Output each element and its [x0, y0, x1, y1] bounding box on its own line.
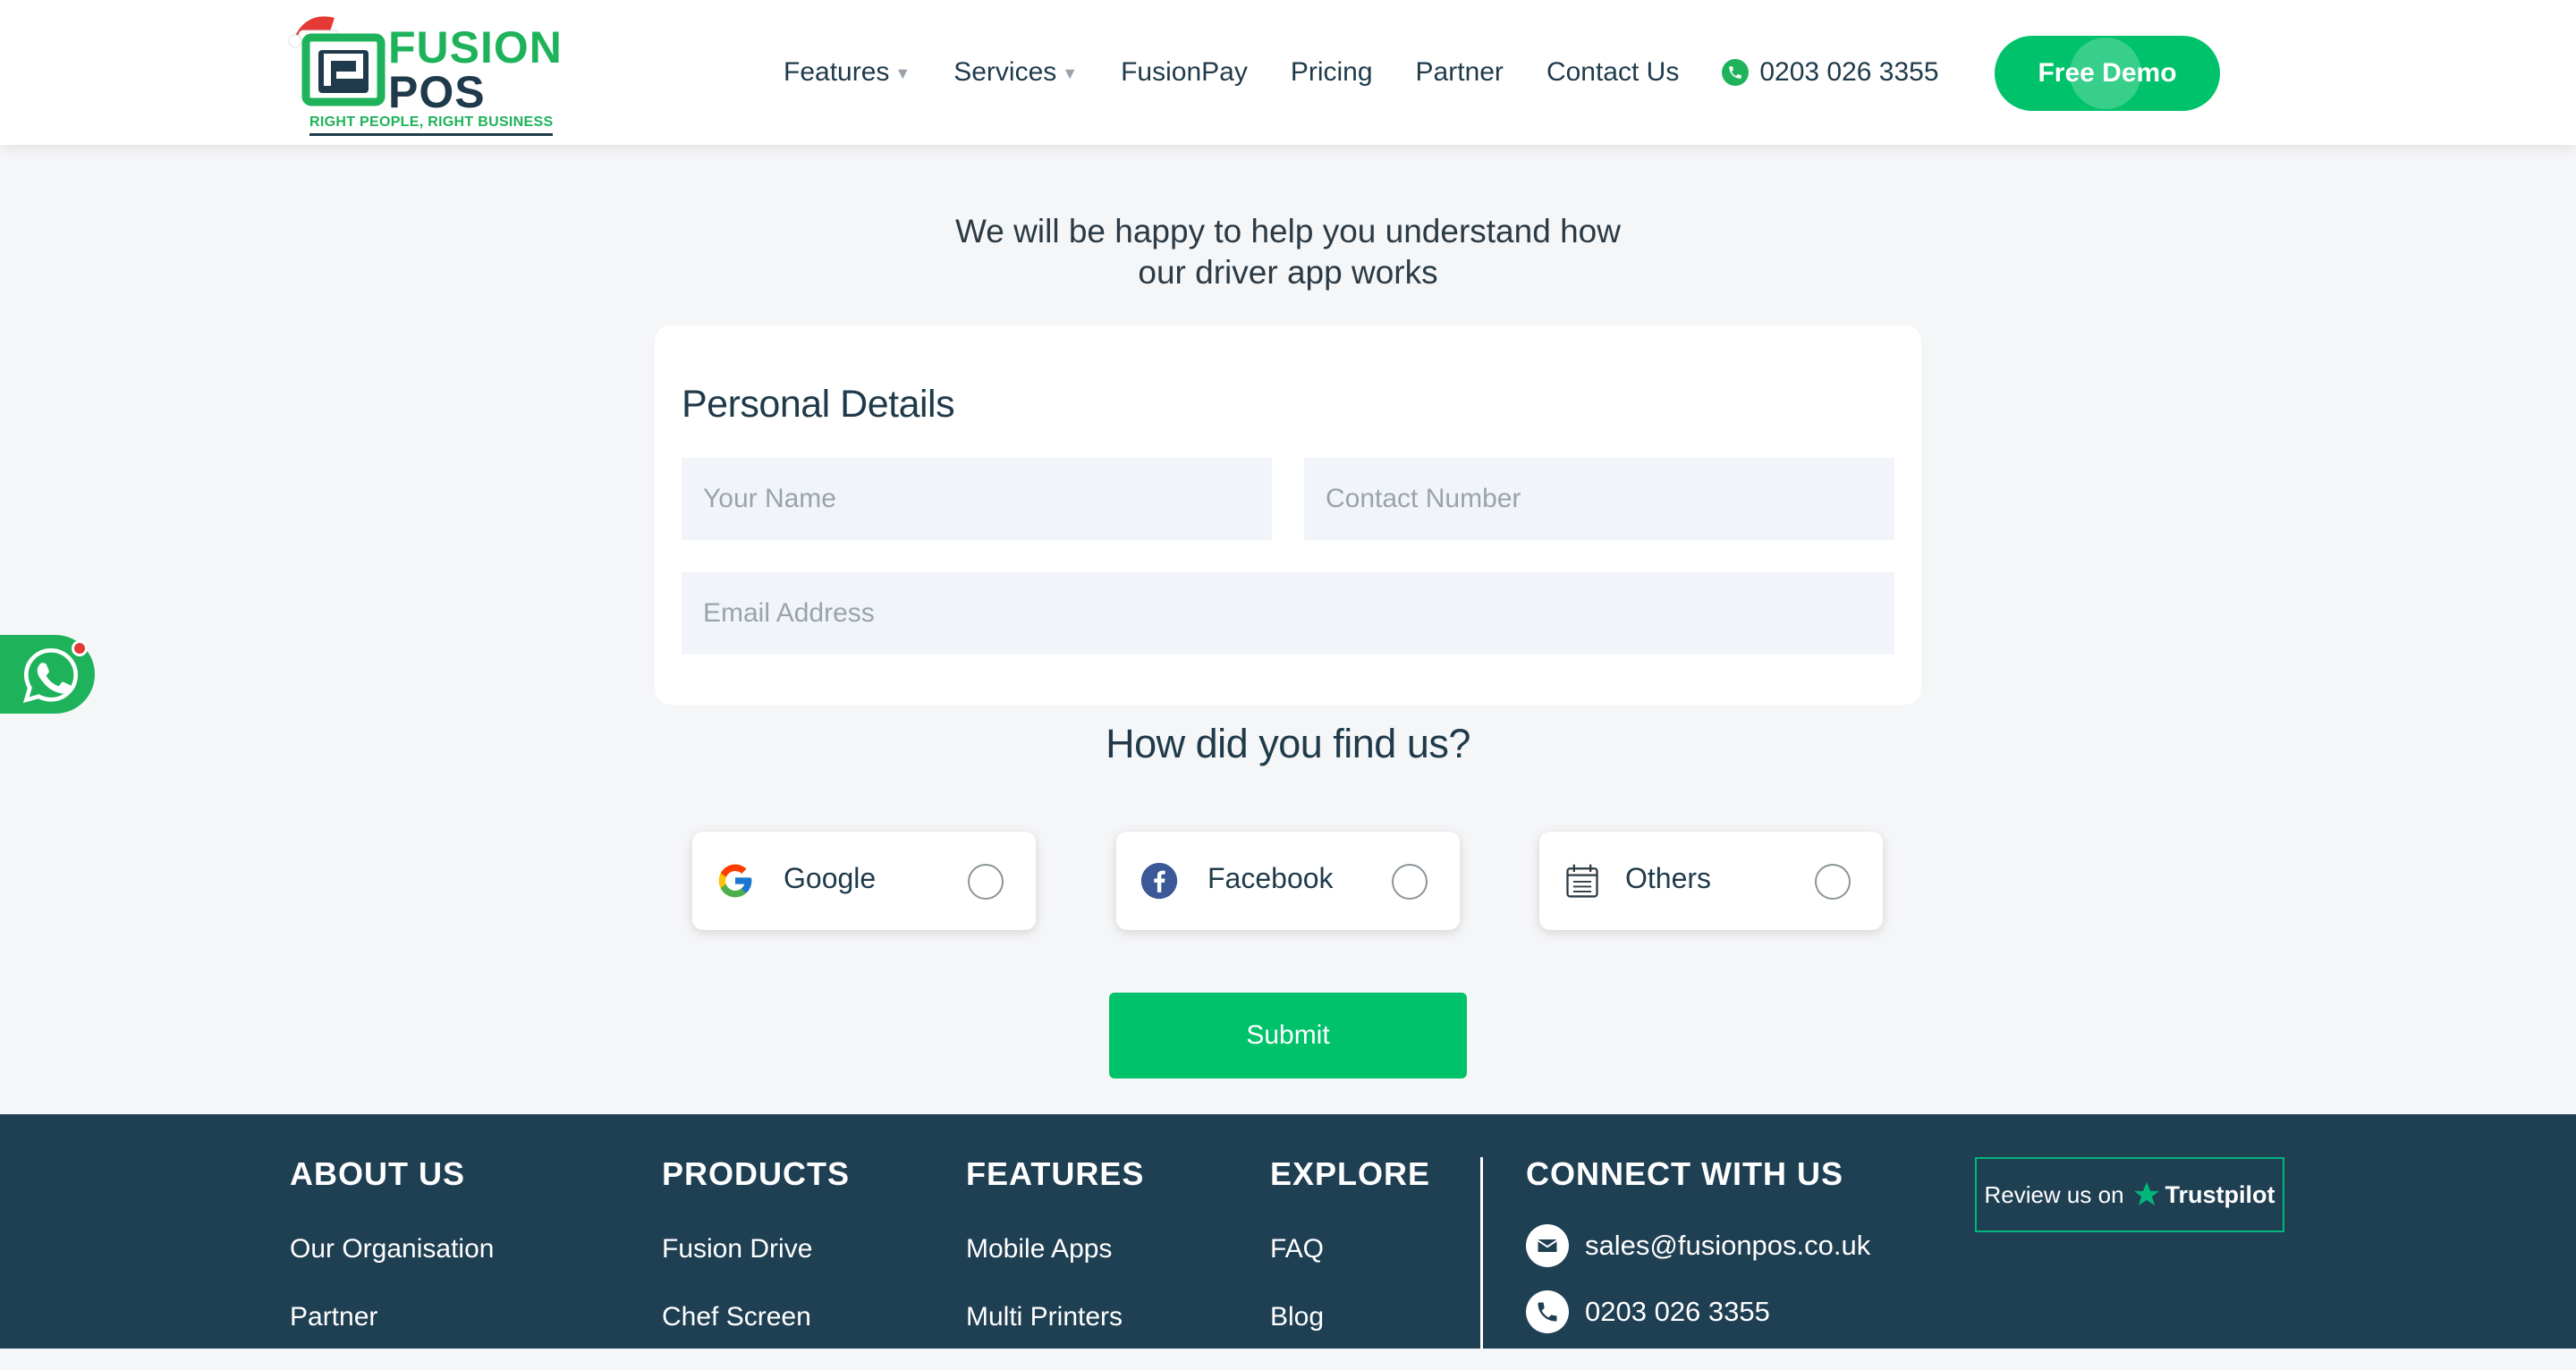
free-demo-label: Free Demo — [2038, 58, 2177, 88]
footer-link-our-organisation[interactable]: Our Organisation — [290, 1234, 494, 1302]
footer-link-chef-screen[interactable]: Chef Screen — [662, 1302, 850, 1370]
nav-features-label: Features — [784, 57, 890, 87]
fusion-pos-logo[interactable]: FUSION POS RIGHT PEOPLE, RIGHT BUSINESS — [288, 9, 574, 138]
source-option-others[interactable]: Others — [1539, 832, 1883, 930]
intro-line-2: our driver app works — [1138, 254, 1438, 291]
site-header: FUSION POS RIGHT PEOPLE, RIGHT BUSINESS … — [0, 0, 2576, 145]
intro-line-1: We will be happy to help you understand … — [955, 213, 1621, 249]
nav-pricing[interactable]: Pricing — [1291, 57, 1373, 88]
logo-mark-icon — [288, 16, 386, 106]
notification-dot — [72, 640, 88, 656]
nav-fusionpay[interactable]: FusionPay — [1121, 57, 1248, 88]
footer-phone-link[interactable]: 0203 026 3355 — [1526, 1279, 1870, 1345]
phone-icon — [1722, 59, 1750, 86]
submit-button[interactable]: Submit — [1109, 993, 1467, 1078]
nav-phone-number: 0203 026 3355 — [1759, 57, 1939, 87]
option-label-google: Google — [784, 862, 877, 894]
how-did-you-find-us-title: How did you find us? — [1106, 721, 1470, 766]
intro-text: We will be happy to help you understand … — [0, 211, 2576, 293]
calendar-icon — [1566, 864, 1598, 898]
option-label-others: Others — [1625, 862, 1712, 894]
radio-google[interactable] — [968, 864, 1004, 900]
caret-down-icon: ▼ — [1062, 63, 1079, 82]
phone-icon — [1526, 1290, 1569, 1333]
footer-divider — [1480, 1157, 1483, 1349]
trustpilot-brand-text: Trustpilot — [2165, 1180, 2275, 1208]
source-option-google[interactable]: Google — [692, 832, 1036, 930]
facebook-icon — [1140, 862, 1178, 900]
main-nav: Features ▼ Services ▼ FusionPay Pricing … — [784, 50, 1939, 95]
contact-number-input[interactable] — [1304, 458, 1894, 540]
footer-link-mobile-apps[interactable]: Mobile Apps — [966, 1234, 1144, 1302]
free-demo-button[interactable]: Free Demo — [1995, 36, 2220, 111]
trustpilot-star-icon — [2133, 1181, 2159, 1206]
option-label-facebook: Facebook — [1208, 862, 1334, 894]
footer-heading-products: PRODUCTS — [662, 1155, 851, 1192]
footer-link-multi-printers[interactable]: Multi Printers — [966, 1302, 1144, 1370]
footer-col-features: FEATURES Mobile Apps Multi Printers — [966, 1155, 1144, 1370]
email-address-input[interactable] — [682, 572, 1894, 655]
google-icon — [718, 864, 752, 898]
site-footer: ABOUT US Our Organisation Partner PRODUC… — [0, 1114, 2576, 1349]
footer-col-explore: EXPLORE FAQ Blog — [1270, 1155, 1430, 1370]
footer-heading-connect: CONNECT WITH US — [1526, 1155, 1843, 1192]
footer-email-text: sales@fusionpos.co.uk — [1585, 1230, 1871, 1261]
footer-email-link[interactable]: sales@fusionpos.co.uk — [1526, 1213, 1870, 1279]
trustpilot-review-text: Review us on — [1984, 1180, 2124, 1208]
whatsapp-chat-button[interactable] — [0, 635, 95, 714]
nav-partner[interactable]: Partner — [1416, 57, 1504, 88]
footer-heading-features: FEATURES — [966, 1155, 1145, 1192]
footer-link-fusion-drive[interactable]: Fusion Drive — [662, 1234, 850, 1302]
footer-col-products: PRODUCTS Fusion Drive Chef Screen — [662, 1155, 850, 1370]
nav-contact-us[interactable]: Contact Us — [1546, 57, 1679, 88]
your-name-input[interactable] — [682, 458, 1272, 540]
personal-details-title: Personal Details — [682, 383, 955, 426]
source-option-facebook[interactable]: Facebook — [1116, 832, 1460, 930]
footer-link-partner[interactable]: Partner — [290, 1302, 494, 1370]
nav-phone-link[interactable]: 0203 026 3355 — [1722, 57, 1939, 88]
nav-services-label: Services — [953, 57, 1057, 87]
footer-col-about: ABOUT US Our Organisation Partner — [290, 1155, 494, 1370]
footer-col-connect: CONNECT WITH US sales@fusionpos.co.uk 02… — [1526, 1155, 1870, 1345]
radio-facebook[interactable] — [1392, 864, 1428, 900]
nav-features[interactable]: Features ▼ — [784, 57, 911, 88]
logo-wordmark-pos: POS — [388, 67, 486, 117]
footer-heading-about: ABOUT US — [290, 1155, 465, 1192]
logo-tagline: RIGHT PEOPLE, RIGHT BUSINESS — [309, 114, 554, 136]
envelope-icon — [1526, 1224, 1569, 1267]
footer-link-blog[interactable]: Blog — [1270, 1302, 1430, 1370]
footer-phone-text: 0203 026 3355 — [1585, 1296, 1770, 1327]
personal-details-card: Personal Details — [655, 326, 1921, 705]
caret-down-icon: ▼ — [894, 63, 911, 82]
footer-heading-explore: EXPLORE — [1270, 1155, 1431, 1192]
nav-services[interactable]: Services ▼ — [953, 57, 1078, 88]
trustpilot-review-badge[interactable]: Review us on Trustpilot — [1975, 1157, 2284, 1232]
footer-link-faq[interactable]: FAQ — [1270, 1234, 1430, 1302]
radio-others[interactable] — [1815, 864, 1851, 900]
